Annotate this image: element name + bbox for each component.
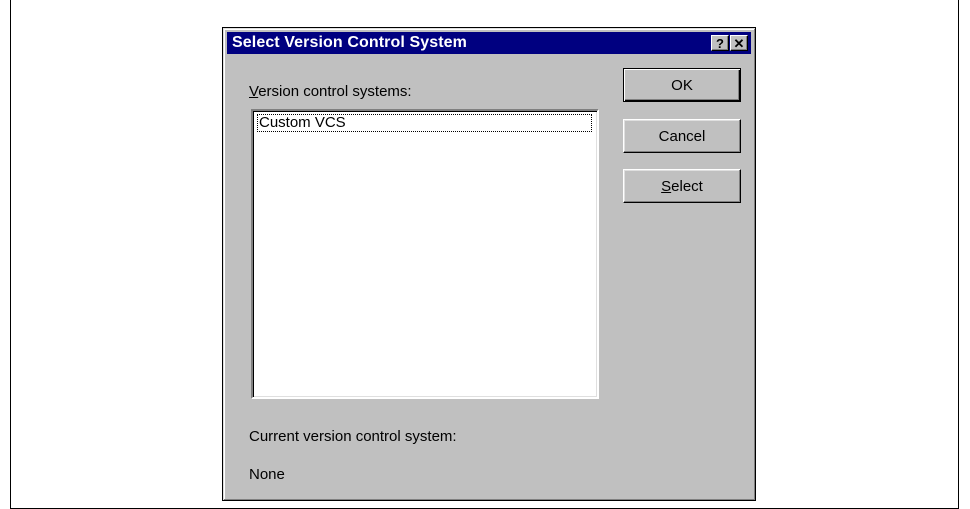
title-bar: Select Version Control System ? ✕	[227, 32, 751, 54]
dialog-title: Select Version Control System	[232, 34, 467, 51]
cancel-button[interactable]: Cancel	[623, 119, 741, 153]
select-button[interactable]: Select	[623, 169, 741, 203]
select-button-accel: S	[661, 177, 672, 195]
vcs-listbox[interactable]: Custom VCS	[251, 109, 599, 399]
select-button-label: Select	[661, 178, 703, 195]
help-button[interactable]: ?	[711, 35, 729, 51]
help-icon: ?	[716, 35, 724, 51]
list-item-custom-vcs[interactable]: Custom VCS	[257, 114, 592, 132]
current-vcs-label: Current version control system:	[249, 428, 457, 445]
close-icon: ✕	[733, 35, 745, 51]
vcs-list-label-accel: V	[249, 83, 259, 100]
vcs-list-label: Version control systems:	[249, 83, 412, 100]
ok-button[interactable]: OK	[623, 68, 741, 102]
select-button-rest: elect	[671, 177, 703, 195]
select-vcs-dialog: Select Version Control System ? ✕ Versio…	[222, 27, 756, 501]
cancel-button-label: Cancel	[658, 127, 706, 145]
current-vcs-value: None	[249, 466, 285, 483]
ok-button-label: OK	[671, 76, 693, 94]
vcs-list-label-rest: ersion control systems:	[258, 83, 412, 100]
close-button[interactable]: ✕	[730, 35, 748, 51]
